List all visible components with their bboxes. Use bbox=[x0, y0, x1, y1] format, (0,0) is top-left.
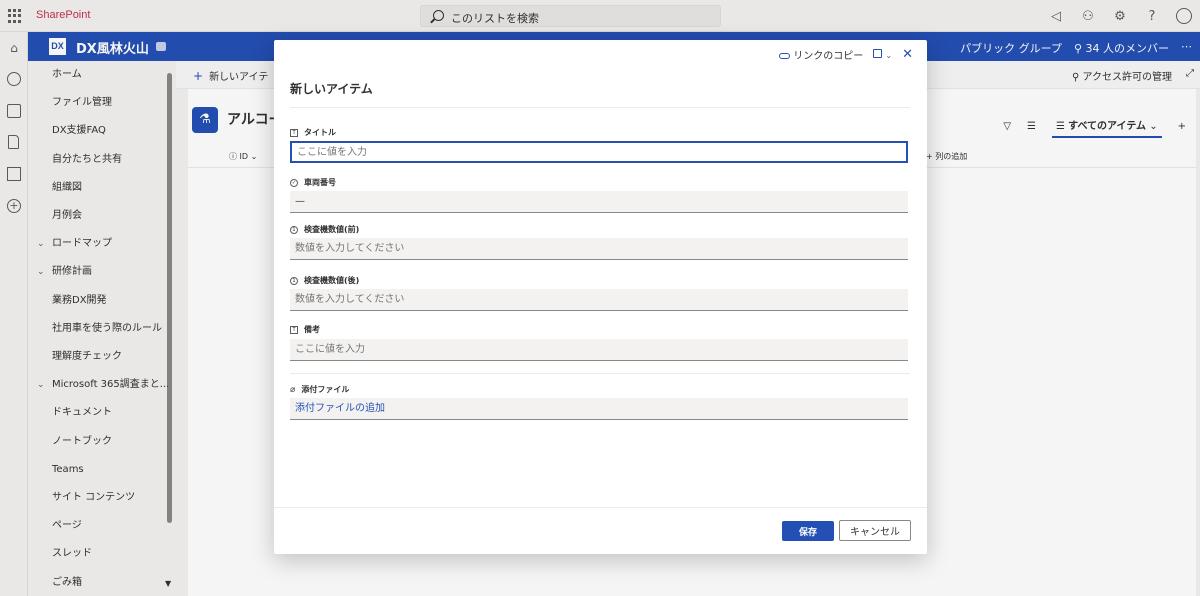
note-field-label: T 備考 bbox=[290, 324, 320, 335]
new-item-dialog: リンクのコピー ⌄ ✕ 新しいアイテム T タイトル ✓ 車両番号 — 1 検査… bbox=[274, 40, 927, 554]
dialog-toolbar: リンクのコピー ⌄ ✕ bbox=[779, 47, 913, 62]
text-field-icon: T bbox=[290, 325, 298, 334]
link-icon bbox=[779, 53, 791, 59]
open-menu-button[interactable]: ⌄ bbox=[873, 48, 893, 61]
copy-link-label: リンクのコピー bbox=[793, 51, 864, 62]
vehicle-field-label: ✓ 車両番号 bbox=[290, 177, 336, 188]
number-field-icon: 1 bbox=[290, 225, 298, 234]
save-button[interactable]: 保存 bbox=[782, 521, 834, 541]
before-label: 検査機数値(前) bbox=[304, 225, 360, 234]
close-icon[interactable]: ✕ bbox=[902, 47, 913, 62]
paperclip-icon: ⌀ bbox=[290, 384, 296, 395]
after-field-label: 1 検査機数値(後) bbox=[290, 275, 359, 286]
attach-label: 添付ファイル bbox=[301, 385, 350, 394]
after-number-input[interactable] bbox=[290, 289, 908, 311]
divider bbox=[290, 107, 910, 108]
attach-field-label: ⌀ 添付ファイル bbox=[290, 384, 349, 395]
copy-link-button[interactable]: リンクのコピー bbox=[779, 47, 863, 62]
before-field-label: 1 検査機数値(前) bbox=[290, 224, 359, 235]
text-field-icon: T bbox=[290, 128, 298, 137]
divider bbox=[274, 507, 927, 508]
vehicle-label: 車両番号 bbox=[304, 178, 336, 187]
vehicle-dropdown[interactable]: — bbox=[290, 191, 908, 213]
title-input[interactable] bbox=[290, 141, 908, 163]
add-attachment-link[interactable]: 添付ファイルの追加 bbox=[290, 398, 908, 420]
after-label: 検査機数値(後) bbox=[304, 276, 360, 285]
dialog-title: 新しいアイテム bbox=[290, 82, 373, 96]
divider bbox=[290, 373, 910, 374]
number-field-icon: 1 bbox=[290, 276, 298, 285]
cancel-button[interactable]: キャンセル bbox=[839, 520, 911, 541]
title-field-label: T タイトル bbox=[290, 127, 336, 138]
open-in-icon bbox=[873, 48, 883, 58]
chevron-down-icon: ⌄ bbox=[885, 50, 893, 60]
note-label: 備考 bbox=[304, 325, 320, 334]
title-label: タイトル bbox=[304, 128, 336, 137]
choice-field-icon: ✓ bbox=[290, 178, 298, 187]
before-number-input[interactable] bbox=[290, 238, 908, 260]
note-input[interactable] bbox=[290, 339, 908, 361]
